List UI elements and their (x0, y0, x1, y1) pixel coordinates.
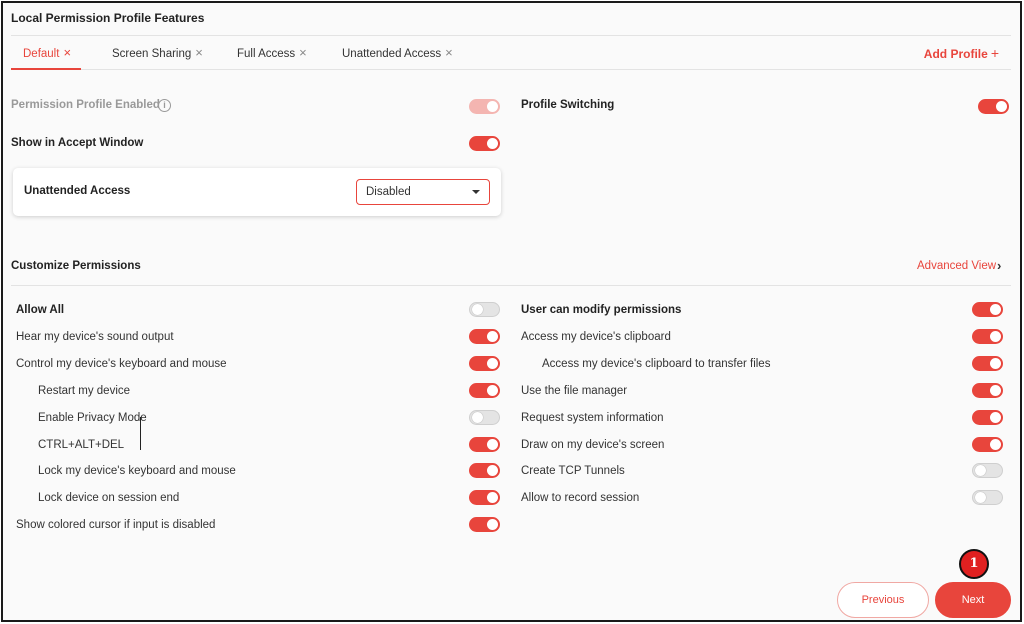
step-badge: 1 (959, 549, 989, 579)
system-info-toggle[interactable] (972, 410, 1003, 425)
permission-label: Control my device's keyboard and mouse (16, 358, 227, 370)
unattended-access-label: Unattended Access (24, 185, 131, 197)
restart-device-toggle[interactable] (469, 383, 500, 398)
clipboard-files-toggle[interactable] (972, 356, 1003, 371)
permission-label: Draw on my device's screen (521, 439, 665, 451)
permission-label: Access my device's clipboard (521, 331, 671, 343)
add-profile-button[interactable]: Add Profile + (924, 36, 999, 70)
user-can-modify-toggle[interactable] (972, 302, 1003, 317)
show-in-accept-window-toggle[interactable] (469, 136, 500, 151)
permission-profile-enabled-toggle (469, 99, 500, 114)
draw-on-screen-toggle[interactable] (972, 437, 1003, 452)
permission-label: Access my device's clipboard to transfer… (542, 358, 771, 370)
permission-label: CTRL+ALT+DEL (38, 439, 125, 451)
lock-on-session-end-toggle[interactable] (469, 490, 500, 505)
ctrl-alt-del-toggle[interactable] (469, 437, 500, 452)
select-value: Disabled (366, 186, 411, 198)
close-icon[interactable]: × (195, 45, 203, 60)
file-manager-toggle[interactable] (972, 383, 1003, 398)
chevron-right-icon[interactable]: › (997, 258, 1001, 273)
show-in-accept-window-label: Show in Accept Window (11, 137, 144, 149)
permission-profile-window: Local Permission Profile Features Defaul… (1, 1, 1022, 622)
info-icon[interactable]: i (158, 99, 171, 112)
next-button[interactable]: Next (935, 582, 1011, 618)
profile-tabs: Default × Screen Sharing × Full Access × Un… (11, 35, 1011, 70)
add-profile-label: Add Profile (923, 47, 988, 61)
tab-default[interactable]: Default × (11, 36, 82, 70)
lock-keyboard-mouse-toggle[interactable] (469, 463, 500, 478)
advanced-view-link[interactable]: Advanced View (917, 260, 996, 272)
text-cursor (140, 417, 141, 450)
permission-label: Create TCP Tunnels (521, 465, 625, 477)
permission-label: User can modify permissions (521, 304, 682, 316)
permission-label: Enable Privacy Mode (38, 412, 147, 424)
caret-down-icon (472, 190, 480, 194)
permission-label: Allow to record session (521, 492, 640, 504)
tab-label: Screen Sharing (112, 48, 192, 60)
close-icon[interactable]: × (63, 45, 71, 60)
permission-label: Restart my device (38, 385, 131, 397)
page-title: Local Permission Profile Features (11, 11, 205, 25)
profile-switching-label: Profile Switching (521, 99, 615, 111)
tab-screen-sharing[interactable]: Screen Sharing × (112, 36, 203, 70)
permission-label: Hear my device's sound output (16, 331, 174, 343)
tab-unattended-access[interactable]: Unattended Access × (342, 36, 453, 70)
unattended-access-select[interactable]: Disabled (356, 179, 490, 205)
plus-icon: + (990, 45, 999, 61)
close-icon[interactable]: × (299, 45, 307, 60)
permission-label: Lock my device's keyboard and mouse (38, 465, 236, 477)
tab-full-access[interactable]: Full Access × (237, 36, 307, 70)
tcp-tunnels-toggle[interactable] (972, 463, 1003, 478)
divider (11, 285, 1011, 286)
profile-switching-toggle[interactable] (978, 99, 1009, 114)
sound-output-toggle[interactable] (469, 329, 500, 344)
keyboard-mouse-toggle[interactable] (469, 356, 500, 371)
close-icon[interactable]: × (445, 45, 453, 60)
colored-cursor-toggle[interactable] (469, 517, 500, 532)
permission-label: Show colored cursor if input is disabled (16, 519, 216, 531)
permission-label: Use the file manager (521, 385, 628, 397)
permission-label: Request system information (521, 412, 664, 424)
privacy-mode-toggle[interactable] (469, 410, 500, 425)
record-session-toggle[interactable] (972, 490, 1003, 505)
previous-button[interactable]: Previous (837, 582, 929, 618)
allow-all-toggle[interactable] (469, 302, 500, 317)
permission-label: Lock device on session end (38, 492, 180, 504)
tab-label: Full Access (237, 48, 296, 60)
unattended-access-card: Unattended Access Disabled (13, 168, 501, 216)
tab-label: Unattended Access (342, 48, 442, 60)
clipboard-toggle[interactable] (972, 329, 1003, 344)
customize-permissions-heading: Customize Permissions (11, 260, 141, 272)
permission-profile-enabled-label: Permission Profile Enabled (11, 99, 160, 111)
tab-label: Default (23, 48, 60, 60)
permission-label: Allow All (16, 304, 65, 316)
